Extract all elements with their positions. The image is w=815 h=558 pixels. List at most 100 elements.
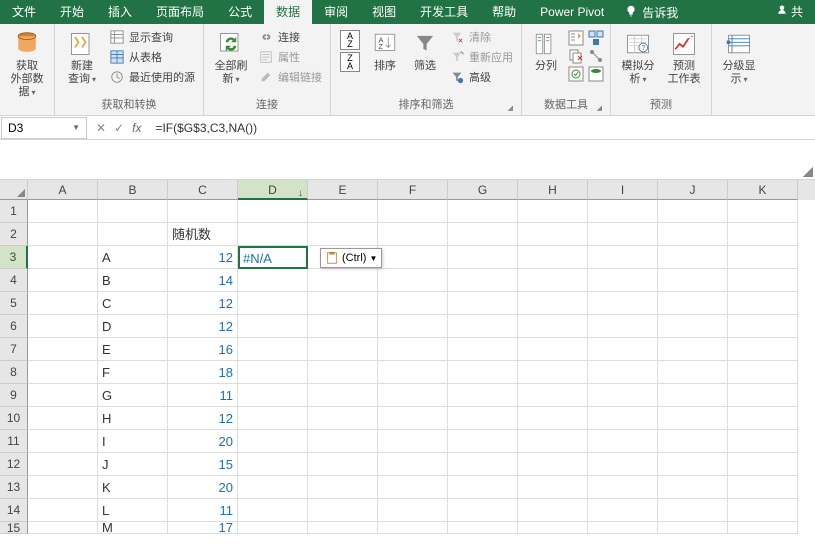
flash-fill-icon[interactable] <box>568 30 584 46</box>
outline-button[interactable]: 分级显示 <box>718 26 760 86</box>
cell[interactable] <box>658 361 728 384</box>
cell[interactable] <box>448 476 518 499</box>
cell[interactable] <box>518 338 588 361</box>
cell[interactable] <box>588 476 658 499</box>
column-header-B[interactable]: B <box>98 180 168 200</box>
column-header-C[interactable]: C <box>168 180 238 200</box>
row-header[interactable]: 4 <box>0 269 28 292</box>
cell[interactable] <box>448 269 518 292</box>
cell[interactable] <box>238 292 308 315</box>
cell[interactable] <box>98 200 168 223</box>
cell[interactable] <box>658 223 728 246</box>
cell[interactable] <box>28 223 98 246</box>
row-header[interactable]: 14 <box>0 499 28 522</box>
cell[interactable] <box>518 430 588 453</box>
cell[interactable]: F <box>98 361 168 384</box>
cell[interactable] <box>518 384 588 407</box>
cell[interactable] <box>518 361 588 384</box>
row-header[interactable]: 15 <box>0 522 28 534</box>
cell[interactable] <box>28 315 98 338</box>
cell[interactable] <box>378 476 448 499</box>
cell[interactable] <box>448 499 518 522</box>
cell[interactable] <box>238 522 308 534</box>
cell[interactable] <box>308 407 378 430</box>
select-all-corner[interactable] <box>0 180 28 200</box>
cell[interactable]: M <box>98 522 168 534</box>
cell[interactable] <box>728 476 798 499</box>
cell[interactable]: G <box>98 384 168 407</box>
cell[interactable] <box>378 407 448 430</box>
cell[interactable] <box>378 384 448 407</box>
cell[interactable] <box>658 522 728 534</box>
cell[interactable] <box>658 453 728 476</box>
relationships-icon[interactable] <box>588 48 604 64</box>
cell[interactable] <box>728 200 798 223</box>
cell[interactable] <box>308 315 378 338</box>
reapply-button[interactable]: 重新应用 <box>447 48 515 66</box>
cell[interactable] <box>378 338 448 361</box>
cancel-icon[interactable]: ✕ <box>96 121 106 135</box>
cell[interactable] <box>658 384 728 407</box>
tab-layout[interactable]: 页面布局 <box>144 0 216 24</box>
row-header[interactable]: 11 <box>0 430 28 453</box>
cell[interactable] <box>518 476 588 499</box>
row-header[interactable]: 12 <box>0 453 28 476</box>
row-header[interactable]: 2 <box>0 223 28 246</box>
cell[interactable]: I <box>98 430 168 453</box>
cell[interactable] <box>518 292 588 315</box>
cell[interactable] <box>588 200 658 223</box>
share-button[interactable]: 共 <box>764 0 815 24</box>
cell[interactable] <box>28 522 98 534</box>
row-header[interactable]: 1 <box>0 200 28 223</box>
cell[interactable]: 12 <box>168 407 238 430</box>
cell[interactable] <box>238 315 308 338</box>
cell[interactable] <box>308 361 378 384</box>
cell[interactable] <box>588 269 658 292</box>
cell[interactable] <box>308 338 378 361</box>
tab-view[interactable]: 视图 <box>360 0 408 24</box>
cell[interactable] <box>378 246 448 269</box>
cell[interactable] <box>378 361 448 384</box>
sort-button[interactable]: AZ 排序 <box>367 26 403 73</box>
filter-button[interactable]: 筛选 <box>407 26 443 73</box>
edit-links-button[interactable]: 编辑链接 <box>256 68 324 86</box>
cell[interactable] <box>588 338 658 361</box>
tab-formulas[interactable]: 公式 <box>216 0 264 24</box>
enter-icon[interactable]: ✓ <box>114 121 124 135</box>
cell[interactable]: 11 <box>168 384 238 407</box>
cell[interactable] <box>448 315 518 338</box>
data-validation-icon[interactable] <box>568 66 584 82</box>
cell[interactable] <box>448 430 518 453</box>
cell[interactable] <box>308 384 378 407</box>
fx-icon[interactable]: fx <box>132 121 141 135</box>
column-header-E[interactable]: E <box>308 180 378 200</box>
column-header-H[interactable]: H <box>518 180 588 200</box>
cell[interactable] <box>588 223 658 246</box>
column-header-I[interactable]: I <box>588 180 658 200</box>
cell[interactable] <box>28 407 98 430</box>
name-box[interactable]: D3 ▼ <box>1 117 87 139</box>
cell[interactable] <box>378 223 448 246</box>
cell[interactable] <box>728 361 798 384</box>
tab-help[interactable]: 帮助 <box>480 0 528 24</box>
cell[interactable] <box>28 246 98 269</box>
tell-me-search[interactable]: 告诉我 <box>616 4 686 21</box>
formula-bar-expand[interactable] <box>0 140 815 180</box>
cell[interactable]: C <box>98 292 168 315</box>
cell[interactable] <box>28 200 98 223</box>
cell[interactable]: 14 <box>168 269 238 292</box>
row-header[interactable]: 8 <box>0 361 28 384</box>
cell[interactable] <box>728 430 798 453</box>
cell[interactable] <box>588 430 658 453</box>
cell[interactable] <box>588 292 658 315</box>
row-header[interactable]: 5 <box>0 292 28 315</box>
cell[interactable]: 12 <box>168 315 238 338</box>
cell[interactable] <box>448 292 518 315</box>
cell[interactable]: 12 <box>168 292 238 315</box>
cell[interactable] <box>518 246 588 269</box>
row-header[interactable]: 13 <box>0 476 28 499</box>
tab-powerpivot[interactable]: Power Pivot <box>528 0 616 24</box>
cell[interactable] <box>658 430 728 453</box>
cell[interactable] <box>448 522 518 534</box>
properties-button[interactable]: 属性 <box>256 48 324 66</box>
